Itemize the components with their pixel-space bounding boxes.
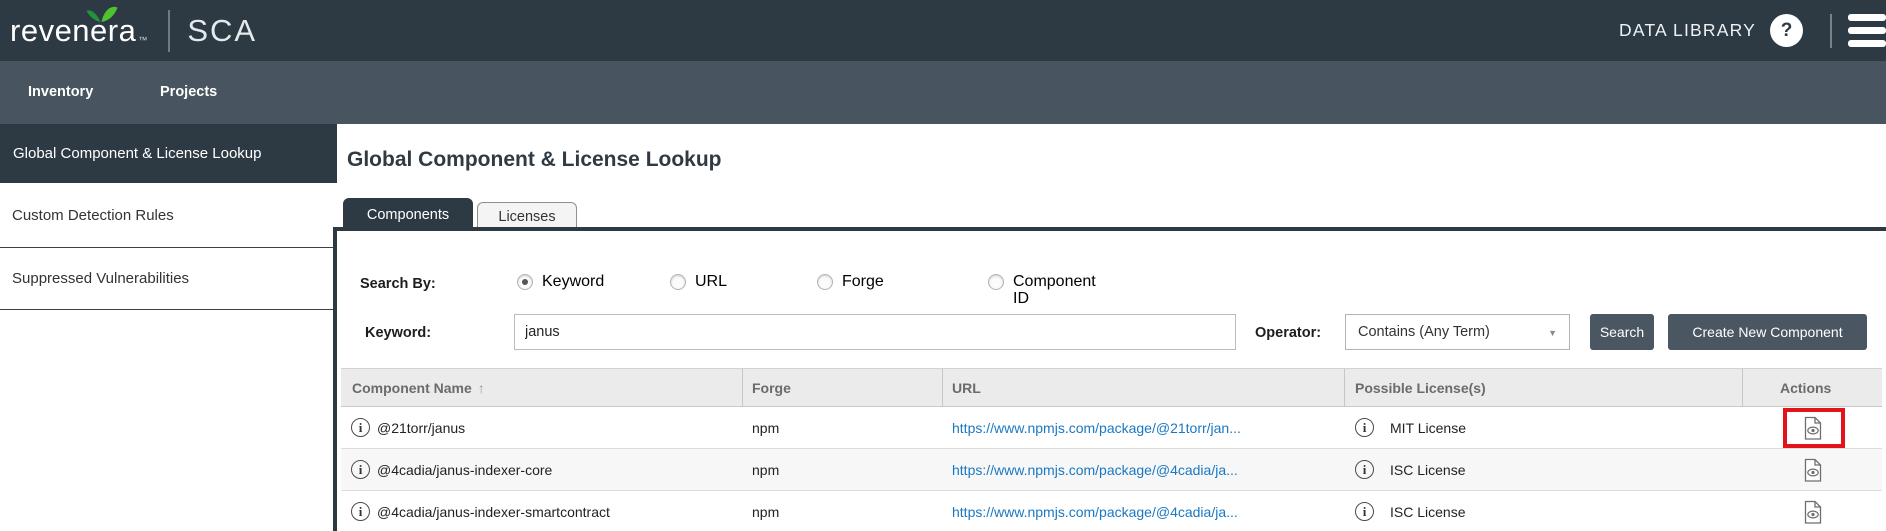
component-name-cell: @4cadia/janus-indexer-core <box>377 449 552 491</box>
column-separator <box>1742 369 1743 408</box>
license-cell: MIT License <box>1390 407 1466 449</box>
product-name-sca: SCA <box>187 13 257 49</box>
hamburger-menu-icon[interactable] <box>1848 14 1886 47</box>
forge-cell: npm <box>752 449 779 491</box>
main-nav-bar: Inventory Projects <box>0 61 1886 124</box>
table-row: i @4cadia/janus-indexer-smartcontract np… <box>341 491 1882 531</box>
url-link[interactable]: https://www.npmjs.com/package/@4cadia/ja… <box>952 491 1238 531</box>
column-separator <box>742 369 743 408</box>
info-icon[interactable]: i <box>1355 502 1374 521</box>
info-icon[interactable]: i <box>351 418 370 437</box>
forge-cell: npm <box>752 491 779 531</box>
results-table: Component Name ↑ Forge URL Possible Licen… <box>341 368 1882 531</box>
header-right-group: DATA LIBRARY ? <box>1619 0 1886 61</box>
operator-label: Operator: <box>1255 325 1321 341</box>
help-icon[interactable]: ? <box>1770 14 1803 47</box>
radio-label: Keyword <box>542 273 604 291</box>
keyword-input[interactable] <box>514 314 1236 350</box>
data-library-label: DATA LIBRARY <box>1619 20 1756 41</box>
view-associated-files-icon[interactable] <box>1803 458 1823 483</box>
radio-button-selected[interactable] <box>517 274 533 290</box>
search-by-label: Search By: <box>360 276 436 292</box>
view-associated-files-icon[interactable] <box>1803 500 1823 525</box>
app-window: revenera ™ SCA DATA LIBRARY ? Inventory … <box>0 0 1886 531</box>
keyword-label: Keyword: <box>365 325 431 341</box>
logo-divider <box>168 10 170 52</box>
column-header-label: Component Name <box>352 380 472 396</box>
radio-button[interactable] <box>817 274 833 290</box>
sidebar-item-suppressed-vulnerabilities[interactable]: Suppressed Vulnerabilities <box>0 248 333 310</box>
column-header-forge[interactable]: Forge <box>752 369 791 408</box>
sidebar-item-label: Global Component & License Lookup <box>0 124 337 183</box>
operator-selected-value: Contains (Any Term) <box>1358 324 1490 340</box>
tab-strip-underline <box>337 227 1886 231</box>
info-icon[interactable]: i <box>1355 460 1374 479</box>
table-row: i @4cadia/janus-indexer-core npm https:/… <box>341 449 1882 491</box>
nav-item-projects[interactable]: Projects <box>160 61 217 124</box>
page-title: Global Component & License Lookup <box>347 148 722 172</box>
column-separator <box>942 369 943 408</box>
license-cell: ISC License <box>1390 491 1465 531</box>
search-button[interactable]: Search <box>1590 314 1654 350</box>
create-new-component-button[interactable]: Create New Component <box>1668 314 1867 350</box>
nav-item-inventory[interactable]: Inventory <box>28 61 93 124</box>
header-divider <box>1830 14 1832 48</box>
hamburger-bar <box>1848 14 1886 21</box>
forge-cell: npm <box>752 407 779 449</box>
hamburger-bar <box>1848 40 1886 47</box>
operator-select[interactable]: Contains (Any Term) ▼ <box>1345 314 1570 350</box>
sidebar-item-label: Suppressed Vulnerabilities <box>0 248 333 310</box>
component-name-cell: @4cadia/janus-indexer-smartcontract <box>377 491 610 531</box>
info-icon[interactable]: i <box>1355 418 1374 437</box>
column-header-component-name[interactable]: Component Name ↑ <box>352 369 485 408</box>
sidebar-item-custom-detection-rules[interactable]: Custom Detection Rules <box>0 183 333 248</box>
revenera-logo[interactable]: revenera ™ SCA <box>10 0 257 61</box>
revenera-leaf-icon <box>86 6 118 23</box>
hamburger-bar <box>1848 27 1886 34</box>
url-link[interactable]: https://www.npmjs.com/package/@21torr/ja… <box>952 407 1241 449</box>
table-header-row: Component Name ↑ Forge URL Possible Licen… <box>341 368 1882 407</box>
highlight-box <box>1783 408 1845 448</box>
top-header-bar: revenera ™ SCA DATA LIBRARY ? <box>0 0 1886 61</box>
radio-keyword[interactable]: Keyword <box>517 273 604 291</box>
sidebar-item-global-lookup[interactable]: Global Component & License Lookup <box>0 124 337 183</box>
table-row: i @21torr/janus npm https://www.npmjs.co… <box>341 407 1882 449</box>
url-link[interactable]: https://www.npmjs.com/package/@4cadia/ja… <box>952 449 1238 491</box>
radio-component-id[interactable]: Component ID <box>988 273 1105 307</box>
column-header-possible-licenses[interactable]: Possible License(s) <box>1355 369 1486 408</box>
radio-url[interactable]: URL <box>670 273 727 291</box>
column-header-actions: Actions <box>1780 369 1831 408</box>
radio-button[interactable] <box>988 274 1004 290</box>
component-name-cell: @21torr/janus <box>377 407 465 449</box>
info-icon[interactable]: i <box>351 502 370 521</box>
info-icon[interactable]: i <box>351 460 370 479</box>
radio-label: Component ID <box>1013 273 1105 307</box>
radio-label: Forge <box>842 273 884 291</box>
chevron-down-icon: ▼ <box>1548 328 1557 338</box>
radio-label: URL <box>695 273 727 291</box>
license-cell: ISC License <box>1390 449 1465 491</box>
content-left-border <box>333 227 337 531</box>
column-separator <box>1344 369 1345 408</box>
column-header-url[interactable]: URL <box>952 369 981 408</box>
radio-button[interactable] <box>670 274 686 290</box>
sidebar-item-label: Custom Detection Rules <box>0 183 333 248</box>
radio-forge[interactable]: Forge <box>817 273 884 291</box>
trademark-symbol: ™ <box>138 35 147 45</box>
sort-ascending-icon[interactable]: ↑ <box>478 380 485 396</box>
